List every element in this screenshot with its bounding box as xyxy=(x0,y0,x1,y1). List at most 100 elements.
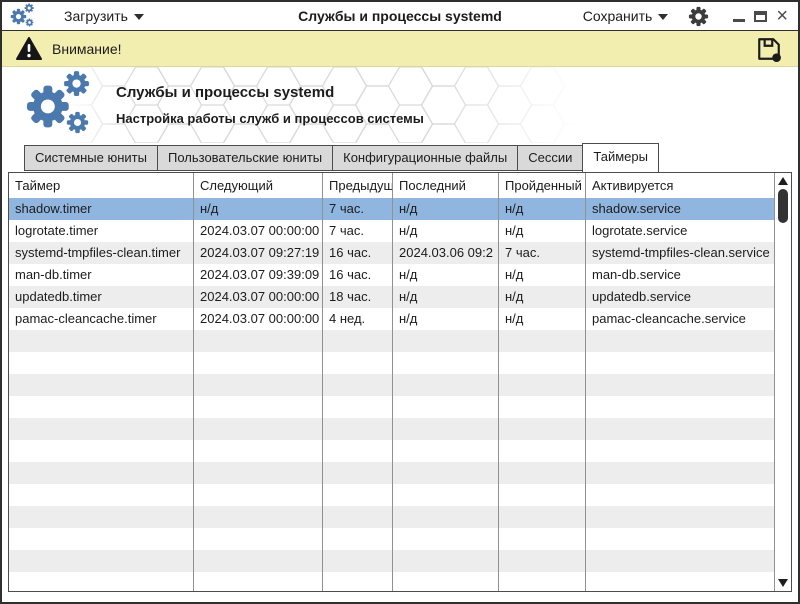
table-cell xyxy=(393,440,499,462)
empty-row xyxy=(9,484,774,506)
table-cell xyxy=(9,462,194,484)
table-cell xyxy=(586,396,774,418)
table-cell: 2024.03.07 00:00:00 xyxy=(194,286,323,308)
table-row[interactable]: logrotate.timer2024.03.07 00:00:007 час.… xyxy=(9,220,774,242)
column-header-3[interactable]: Последний xyxy=(393,173,499,198)
table-cell: 2024.03.07 09:27:19 xyxy=(194,242,323,264)
tab-config-files[interactable]: Конфигурационные файлы xyxy=(332,145,518,171)
table-cell: 4 нед. xyxy=(323,308,393,330)
timer-table-body: shadow.timerн/д7 час.н/дн/дshadow.servic… xyxy=(9,198,774,591)
maximize-button[interactable] xyxy=(754,11,767,22)
scrollbar-thumb[interactable] xyxy=(778,189,788,223)
page-subtitle: Настройка работы служб и процессов систе… xyxy=(116,111,424,126)
table-cell xyxy=(586,440,774,462)
chevron-down-icon xyxy=(134,14,144,20)
table-cell xyxy=(499,506,586,528)
column-header-4[interactable]: Пройденный xyxy=(499,173,586,198)
empty-row xyxy=(9,330,774,352)
table-cell xyxy=(586,374,774,396)
table-cell xyxy=(194,352,323,374)
close-button[interactable]: × xyxy=(776,9,788,23)
table-cell: 7 час. xyxy=(323,198,393,220)
table-cell xyxy=(586,506,774,528)
empty-row xyxy=(9,352,774,374)
minimize-button[interactable] xyxy=(733,19,745,22)
table-row[interactable]: shadow.timerн/д7 час.н/дн/дshadow.servic… xyxy=(9,198,774,220)
table-row[interactable]: systemd-tmpfiles-clean.timer2024.03.07 0… xyxy=(9,242,774,264)
table-cell: н/д xyxy=(499,220,586,242)
title-bar: Службы и процессы systemd Загрузить Сохр… xyxy=(2,2,798,31)
column-header-5[interactable]: Активируется xyxy=(586,173,774,198)
table-cell xyxy=(9,352,194,374)
tab-user-units[interactable]: Пользовательские юниты xyxy=(157,145,333,171)
table-row[interactable]: pamac-cleancache.timer2024.03.07 00:00:0… xyxy=(9,308,774,330)
table-cell: updatedb.service xyxy=(586,286,774,308)
table-cell xyxy=(586,484,774,506)
table-cell xyxy=(586,418,774,440)
table-cell xyxy=(9,572,194,591)
empty-row xyxy=(9,462,774,484)
save-button-label: Сохранить xyxy=(583,8,653,24)
empty-row xyxy=(9,396,774,418)
table-cell xyxy=(393,484,499,506)
empty-row xyxy=(9,506,774,528)
table-cell xyxy=(393,572,499,591)
table-cell: shadow.timer xyxy=(9,198,194,220)
table-cell: н/д xyxy=(194,198,323,220)
scroll-up-icon[interactable] xyxy=(778,177,788,185)
table-cell xyxy=(194,462,323,484)
table-cell xyxy=(323,352,393,374)
settings-gear-icon[interactable] xyxy=(688,6,709,27)
save-file-icon floppy-icon[interactable] xyxy=(756,36,782,62)
column-header-1[interactable]: Следующий xyxy=(194,173,323,198)
table-cell: updatedb.timer xyxy=(9,286,194,308)
table-cell xyxy=(586,330,774,352)
table-cell xyxy=(9,418,194,440)
table-cell xyxy=(323,528,393,550)
tab-timers[interactable]: Таймеры xyxy=(582,143,659,172)
table-cell xyxy=(9,330,194,352)
table-cell xyxy=(499,528,586,550)
table-cell: shadow.service xyxy=(586,198,774,220)
table-cell: 2024.03.07 09:39:09 xyxy=(194,264,323,286)
table-cell xyxy=(194,440,323,462)
table-cell: logrotate.timer xyxy=(9,220,194,242)
table-cell: 2024.03.06 09:2 xyxy=(393,242,499,264)
table-cell xyxy=(499,550,586,572)
table-cell xyxy=(194,528,323,550)
table-cell xyxy=(323,462,393,484)
table-cell xyxy=(323,330,393,352)
table-cell: н/д xyxy=(499,264,586,286)
table-row[interactable]: man-db.timer2024.03.07 09:39:0916 час.н/… xyxy=(9,264,774,286)
column-header-0[interactable]: Таймер xyxy=(9,173,194,198)
scroll-down-icon[interactable] xyxy=(778,579,788,587)
table-cell: 7 час. xyxy=(323,220,393,242)
table-cell xyxy=(393,352,499,374)
column-header-2[interactable]: Предыдущий xyxy=(323,173,393,198)
load-button[interactable]: Загрузить xyxy=(60,6,148,26)
table-cell xyxy=(499,352,586,374)
table-cell xyxy=(9,550,194,572)
table-cell xyxy=(393,528,499,550)
table-cell xyxy=(393,550,499,572)
table-row[interactable]: updatedb.timer2024.03.07 00:00:0018 час.… xyxy=(9,286,774,308)
table-cell xyxy=(9,396,194,418)
table-cell xyxy=(194,418,323,440)
table-cell xyxy=(9,484,194,506)
empty-row xyxy=(9,374,774,396)
app-logo gears-icon xyxy=(24,70,96,140)
save-button[interactable]: Сохранить xyxy=(579,6,673,26)
tab-sessions[interactable]: Сессии xyxy=(517,145,583,171)
empty-row xyxy=(9,528,774,550)
table-cell xyxy=(323,396,393,418)
tab-system-units[interactable]: Системные юниты xyxy=(24,145,158,171)
table-cell xyxy=(323,572,393,591)
load-button-label: Загрузить xyxy=(64,8,128,24)
app-window-icon gears-icon xyxy=(10,3,36,29)
table-cell: н/д xyxy=(499,198,586,220)
vertical-scrollbar[interactable] xyxy=(774,173,791,591)
table-cell xyxy=(9,374,194,396)
table-cell xyxy=(393,418,499,440)
table-cell: 16 час. xyxy=(323,242,393,264)
warning-message: Внимание! xyxy=(52,41,122,57)
